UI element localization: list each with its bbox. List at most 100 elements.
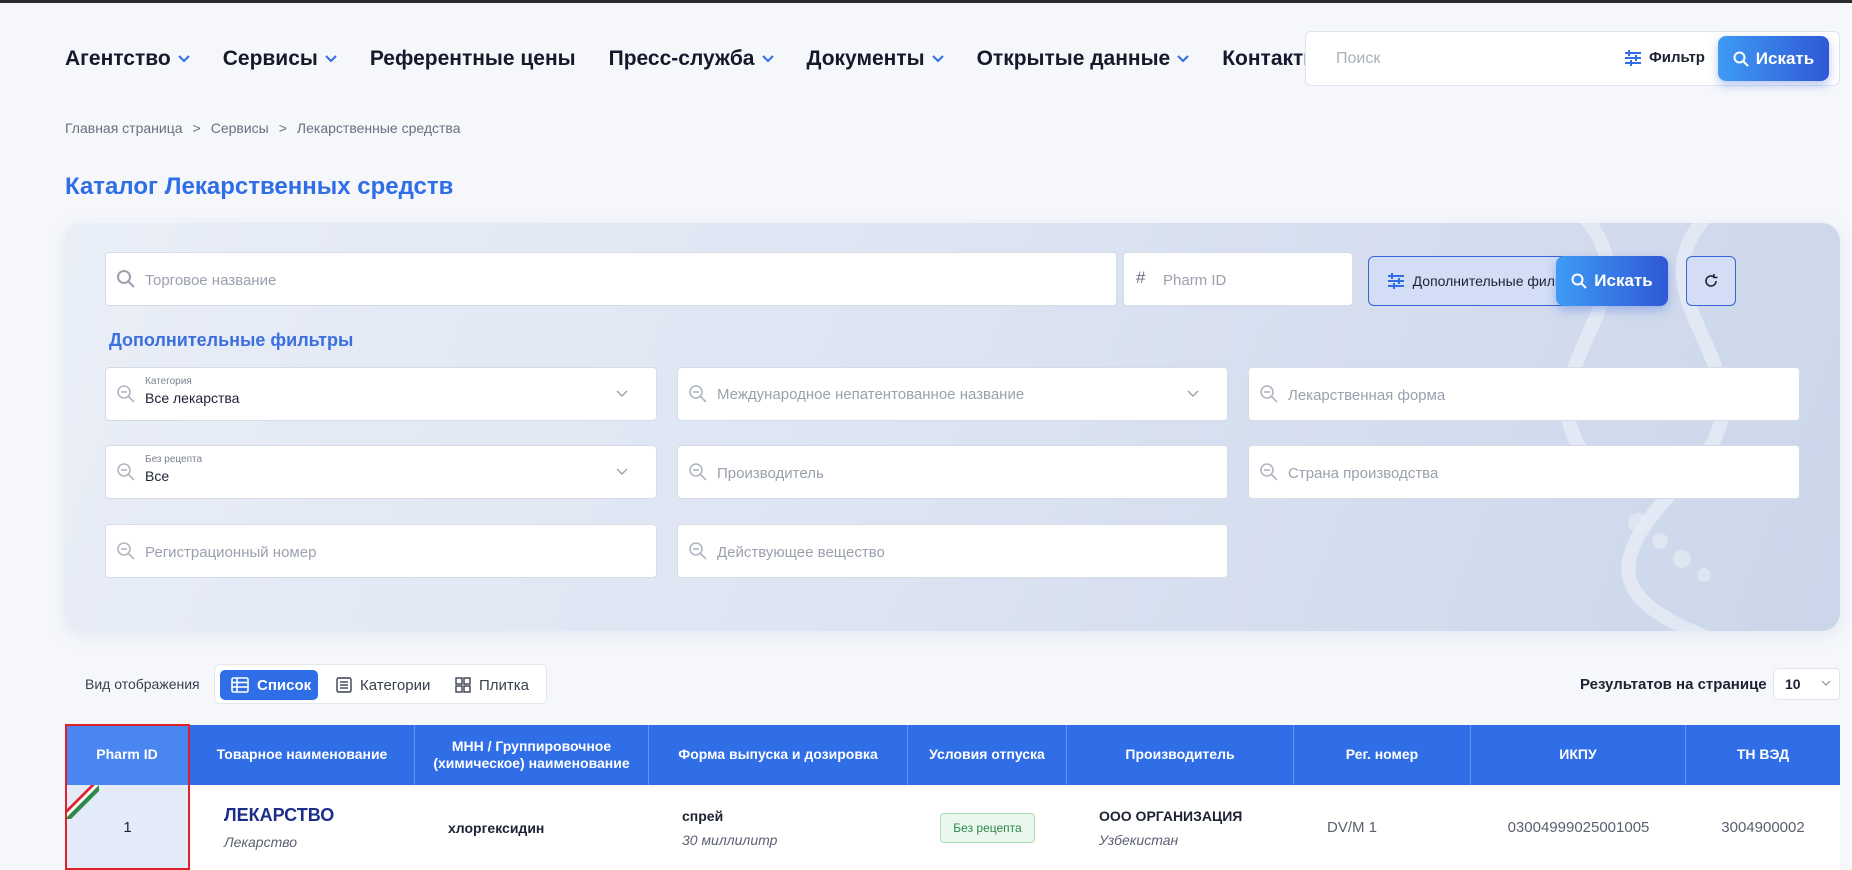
nav-item-press[interactable]: Пресс-служба	[609, 47, 774, 71]
inn-placeholder: Международное непатентованное название	[717, 386, 1025, 403]
breadcrumb-home[interactable]: Главная страница	[65, 120, 183, 136]
column-header-reg-number[interactable]: Рег. номер	[1294, 725, 1471, 785]
nav-item-label: Агентство	[65, 47, 171, 70]
header-filter-button[interactable]: Фильтр	[1624, 49, 1705, 66]
dispense-badge: Без рецепта	[940, 812, 1035, 843]
category-select[interactable]: Категория Все лекарства	[105, 367, 657, 421]
active-substance-field[interactable]	[677, 524, 1228, 578]
manufacturer-field[interactable]	[677, 445, 1228, 499]
search-icon	[1571, 273, 1587, 289]
search-button[interactable]: Искать	[1556, 256, 1668, 306]
otc-value: Все	[145, 468, 170, 484]
nav-item-open-data[interactable]: Открытые данные	[977, 47, 1190, 71]
reg-number-field[interactable]	[105, 524, 657, 578]
search-icon	[1733, 51, 1749, 67]
nav-item-documents[interactable]: Документы	[807, 47, 944, 71]
chevron-down-icon	[178, 55, 190, 63]
view-categories-button[interactable]: Категории	[336, 670, 430, 700]
sliders-icon	[1625, 49, 1641, 66]
top-border	[0, 0, 1852, 3]
trade-name-input[interactable]	[145, 267, 1104, 293]
manufacturer-value: ООО ОРГАНИЗАЦИЯ	[1099, 807, 1243, 824]
search-minus-icon	[1260, 385, 1278, 403]
breadcrumb-current[interactable]: Лекарственные средства	[297, 120, 461, 136]
form-value: спрей	[682, 807, 724, 824]
chevron-down-icon	[1187, 390, 1199, 397]
trade-name-field[interactable]	[105, 252, 1117, 306]
search-minus-icon	[117, 463, 135, 481]
chevron-down-icon	[325, 55, 337, 63]
sliders-icon	[1387, 273, 1404, 289]
otc-label: Без рецепта	[145, 454, 203, 465]
nav-item-services[interactable]: Сервисы	[223, 47, 337, 71]
column-header-form[interactable]: Форма выпуска и дозировка	[649, 725, 908, 785]
cell-reg-number: DV/M 1	[1294, 785, 1471, 870]
view-tiles-label: Плитка	[479, 676, 530, 694]
search-minus-icon	[117, 542, 135, 560]
cell-trade-name: ЛЕКАРСТВО Лекарство	[190, 785, 415, 870]
column-header-manufacturer[interactable]: Производитель	[1067, 725, 1294, 785]
nav-item-label: Документы	[806, 47, 925, 70]
header-search-input[interactable]	[1336, 46, 1586, 72]
drug-name[interactable]: ЛЕКАРСТВО	[224, 805, 415, 826]
table-row[interactable]: 1 ЛЕКАРСТВО Лекарство хлоргексидин спрей…	[65, 785, 1840, 870]
header-search: Фильтр Искать	[1305, 31, 1840, 86]
reg-number-input[interactable]	[145, 539, 644, 565]
nav-item-label: Референтные цены	[369, 47, 576, 70]
search-minus-icon	[689, 385, 707, 403]
dosage-form-field[interactable]	[1248, 367, 1800, 421]
breadcrumb-separator: >	[192, 120, 201, 136]
category-value: Все лекарства	[145, 390, 240, 406]
search-button-label: Искать	[1594, 271, 1653, 290]
view-tiles-button[interactable]: Плитка	[455, 670, 529, 700]
filter-panel: # Дополнительные фильтры Искать Дополнит…	[65, 223, 1840, 631]
view-label: Вид отображения	[85, 676, 200, 692]
dosage-form-input[interactable]	[1288, 382, 1787, 408]
refresh-icon	[1705, 274, 1718, 287]
view-list-button[interactable]: Список	[220, 670, 318, 700]
country-field[interactable]	[1248, 445, 1800, 499]
inn-select[interactable]: Международное непатентованное название	[677, 367, 1228, 421]
inn-value: хлоргексидин	[448, 819, 545, 836]
cell-form: спрей 30 миллилитр	[649, 785, 908, 870]
list-icon	[336, 677, 352, 693]
column-header-dispense[interactable]: Условия отпуска	[908, 725, 1067, 785]
country-value: Узбекистан	[1099, 831, 1179, 848]
nav-item-reference-prices[interactable]: Референтные цены	[370, 47, 576, 71]
nav-item-label: Сервисы	[222, 47, 318, 70]
breadcrumb-separator: >	[278, 120, 287, 136]
active-substance-input[interactable]	[717, 539, 1215, 565]
cell-ikpu: 03004999025001005	[1471, 785, 1686, 870]
ikpu-value: 03004999025001005	[1507, 819, 1650, 836]
header-search-label: Искать	[1755, 48, 1815, 68]
pharm-id-input[interactable]	[1163, 267, 1340, 293]
country-input[interactable]	[1288, 460, 1787, 486]
nav-item-agency[interactable]: Агентство	[65, 47, 190, 71]
dosage-value: 30 миллилитр	[682, 831, 778, 848]
table-header: Pharm ID Товарное наименование МНН / Гру…	[65, 725, 1840, 785]
pharm-id-field[interactable]: #	[1123, 252, 1353, 306]
column-header-ikpu[interactable]: ИКПУ	[1471, 725, 1686, 785]
column-header-inn[interactable]: МНН / Группировочное (химическое) наимен…	[415, 725, 649, 785]
header-search-button[interactable]: Искать	[1718, 36, 1829, 81]
chevron-down-icon	[616, 390, 628, 397]
advanced-filters-title: Дополнительные фильтры	[109, 330, 354, 350]
manufacturer-input[interactable]	[717, 460, 1215, 486]
reset-button[interactable]	[1686, 256, 1736, 306]
reg-number-value: DV/M 1	[1327, 819, 1378, 836]
page-title: Каталог Лекарственных средств	[65, 173, 454, 200]
cell-dispense: Без рецепта	[908, 785, 1067, 870]
breadcrumb-services[interactable]: Сервисы	[211, 120, 269, 136]
view-toggle: Список Категории Плитка	[214, 664, 547, 704]
category-label: Категория	[145, 376, 192, 387]
column-header-tn-ved[interactable]: ТН ВЭД	[1686, 725, 1840, 785]
grid-icon	[455, 677, 471, 693]
column-header-trade-name[interactable]: Товарное наименование	[190, 725, 415, 785]
per-page-select[interactable]: 10	[1773, 668, 1840, 700]
otc-select[interactable]: Без рецепта Все	[105, 445, 657, 499]
hash-icon: #	[1136, 268, 1146, 287]
chevron-down-icon	[1821, 680, 1831, 686]
cell-tn-ved: 3004900002	[1686, 785, 1840, 870]
search-minus-icon	[689, 542, 707, 560]
view-categories-label: Категории	[360, 676, 431, 694]
